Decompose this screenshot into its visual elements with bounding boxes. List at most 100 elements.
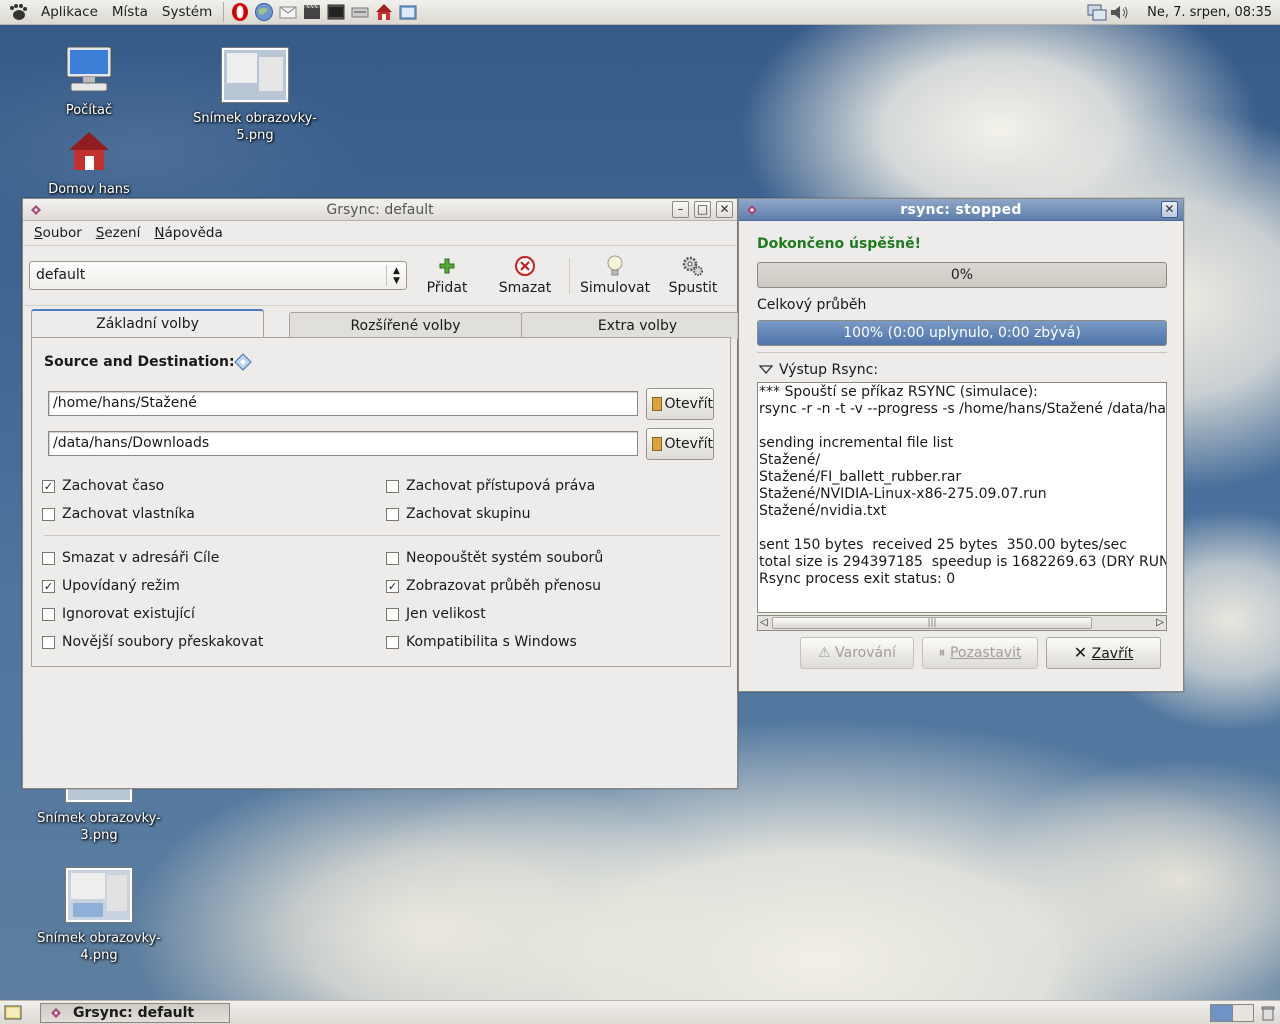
checkbox[interactable] (42, 507, 55, 521)
movie-player-icon[interactable] (302, 2, 322, 22)
output-line: total size is 294397185 speedup is 16822… (759, 554, 1167, 570)
checkbox[interactable]: ✓ (42, 479, 55, 493)
image-thumbnail-icon (221, 47, 289, 103)
network-icon[interactable] (350, 2, 370, 22)
opera-icon[interactable] (230, 2, 250, 22)
home-folder-icon[interactable] (374, 2, 394, 22)
checkbox[interactable] (386, 607, 399, 621)
option-checkbox[interactable]: Ignorovat existující (42, 606, 195, 622)
maximize-button[interactable]: □ (694, 201, 711, 218)
close-button[interactable]: ✕ Zavřít (1046, 637, 1161, 669)
rsync-titlebar[interactable]: rsync: stopped ✕ (739, 199, 1183, 221)
add-button[interactable]: Přidat (412, 254, 482, 296)
session-combo[interactable]: default ▲ ▼ (29, 261, 407, 290)
plus-icon (439, 258, 455, 274)
menu-file[interactable]: Soubor (27, 225, 89, 241)
terminal-icon[interactable] (326, 2, 346, 22)
close-window-button[interactable]: ✕ (716, 201, 733, 218)
expander-arrow-icon (759, 365, 773, 374)
web-browser-icon[interactable] (254, 2, 274, 22)
desktop-icon-home[interactable]: Domov hans (19, 128, 159, 198)
option-checkbox[interactable]: Smazat v adresáři Cíle (42, 550, 219, 566)
source-input[interactable]: /home/hans/Stažené (48, 391, 638, 416)
option-checkbox[interactable]: ✓ Zachovat časo (42, 478, 164, 494)
gnome-foot-icon[interactable] (8, 3, 28, 21)
option-checkbox[interactable]: Zachovat skupinu (386, 506, 530, 522)
pause-icon: ⏸ (938, 645, 946, 661)
close-dialog-button[interactable]: ✕ (1161, 201, 1178, 218)
option-checkbox[interactable]: Zachovat vlastníka (42, 506, 195, 522)
pause-button[interactable]: ⏸ Pozastavit (922, 637, 1038, 669)
open-source-button[interactable]: Otevřít (646, 388, 714, 420)
workspace-2[interactable] (1232, 1005, 1253, 1021)
network-status-icon[interactable] (1086, 3, 1108, 22)
tab-advanced[interactable]: Rozšířené volby (289, 312, 522, 339)
folder-icon (652, 437, 663, 451)
simulate-button[interactable]: Simulovat (580, 254, 650, 296)
option-checkbox[interactable]: ✓ Zobrazovat průběh přenosu (386, 578, 601, 594)
menu-help[interactable]: Nápověda (147, 225, 229, 241)
option-checkbox[interactable]: Kompatibilita s Windows (386, 634, 577, 650)
option-checkbox[interactable]: ✓ Upovídaný režim (42, 578, 180, 594)
screenshot-icon[interactable] (398, 2, 418, 22)
desktop-icon-label: 5.png (236, 128, 274, 143)
grsync-titlebar[interactable]: Grsync: default – □ ✕ (23, 199, 737, 221)
workspace-1[interactable] (1211, 1005, 1233, 1021)
menu-places[interactable]: Místa (105, 0, 155, 25)
checkbox[interactable]: ✓ (42, 579, 55, 593)
checkbox[interactable] (386, 479, 399, 493)
volume-icon[interactable] (1108, 3, 1130, 22)
info-icon[interactable] (234, 353, 252, 371)
open-destination-button[interactable]: Otevřít (646, 428, 714, 460)
scroll-right-icon[interactable]: ▷ (1156, 616, 1164, 630)
delete-button-label: Smazat (498, 280, 552, 296)
desktop-icon-label: 3.png (80, 828, 118, 843)
desktop-icon-screenshot-5[interactable]: Snímek obrazovky- 5.png (185, 47, 325, 144)
scroll-left-icon[interactable]: ◁ (760, 616, 768, 630)
option-checkbox[interactable]: Neopouštět systém souborů (386, 550, 603, 566)
trash-icon[interactable] (1260, 1005, 1276, 1021)
mail-icon[interactable] (278, 2, 298, 22)
checkbox[interactable] (386, 507, 399, 521)
checkbox[interactable] (42, 607, 55, 621)
checkbox[interactable] (42, 635, 55, 649)
checkbox[interactable] (386, 551, 399, 565)
menu-applications[interactable]: Aplikace (34, 0, 105, 25)
desktop-icon-label: Domov hans (48, 182, 130, 197)
show-desktop-icon[interactable] (4, 1005, 22, 1021)
checkbox[interactable] (42, 551, 55, 565)
output-line: Stažené/FI_ballett_rubber.rar (759, 469, 962, 485)
option-checkbox[interactable]: Zachovat přístupová práva (386, 478, 595, 494)
menubar: Soubor Sezení Nápověda (23, 221, 737, 246)
option-checkbox[interactable]: Jen velikost (386, 606, 486, 622)
delete-icon (515, 256, 535, 276)
option-checkbox[interactable]: Novější soubory přeskakovat (42, 634, 263, 650)
warnings-button[interactable]: ⚠ Varování (800, 637, 914, 669)
folder-icon (652, 397, 663, 411)
tab-basic[interactable]: Základní volby (31, 309, 264, 340)
menu-session[interactable]: Sezení (89, 225, 148, 241)
destination-input[interactable]: /data/hans/Downloads (48, 431, 638, 456)
workspace-switcher[interactable] (1210, 1004, 1254, 1022)
delete-button[interactable]: Smazat (490, 254, 560, 296)
total-progress-label: 100% (0:00 uplynulo, 0:00 zbývá) (843, 325, 1081, 341)
rsync-output[interactable]: *** Spouští se příkaz RSYNC (simulace): r… (757, 382, 1167, 613)
horizontal-scrollbar[interactable]: ◁ ||| ▷ (757, 615, 1167, 631)
desktop-icon-screenshot-4[interactable]: Snímek obrazovky- 4.png (29, 867, 169, 964)
taskbar-item-grsync[interactable]: Grsync: default (40, 1003, 230, 1023)
menu-system[interactable]: Systém (155, 0, 219, 25)
output-expander[interactable]: Výstup Rsync: (759, 362, 878, 378)
minimize-button[interactable]: – (672, 201, 689, 218)
clock[interactable]: Ne, 7. srpen, 08:35 (1147, 0, 1272, 25)
run-button[interactable]: Spustit (658, 254, 728, 296)
output-line: Stažené/nvidia.txt (759, 503, 887, 519)
status-text: Dokončeno úspěšně! (757, 236, 922, 252)
close-icon: ✕ (1073, 643, 1088, 662)
scrollbar-thumb[interactable]: ||| (772, 617, 1092, 629)
checkbox[interactable]: ✓ (386, 579, 399, 593)
checkbox[interactable] (386, 635, 399, 649)
desktop-icon-computer[interactable]: Počítač (19, 45, 159, 119)
tab-extra[interactable]: Extra volby (521, 312, 754, 339)
